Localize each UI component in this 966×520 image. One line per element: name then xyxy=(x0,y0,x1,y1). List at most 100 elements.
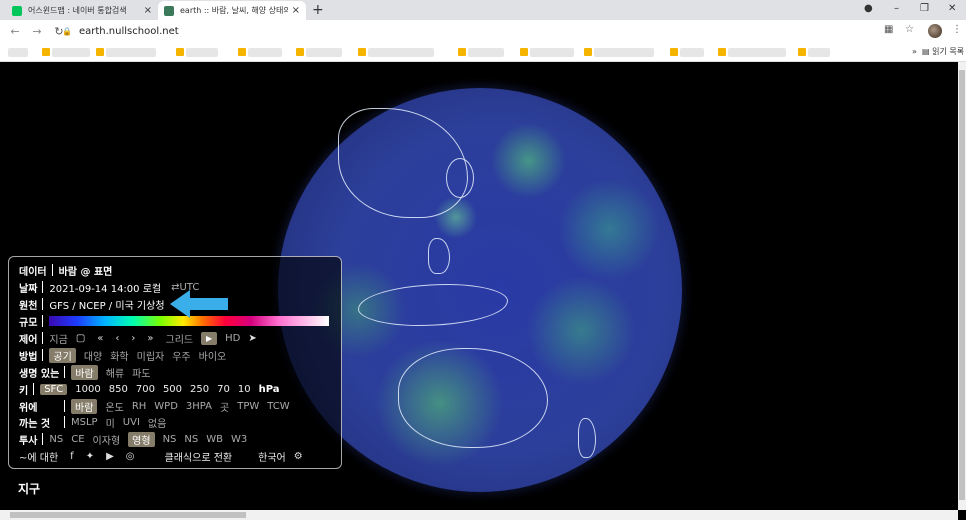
forward-icon[interactable]: → xyxy=(30,25,44,38)
bookmark-item[interactable] xyxy=(458,48,504,57)
bookmark-item[interactable] xyxy=(238,48,282,57)
restore-icon[interactable]: ❐ xyxy=(920,3,929,14)
bookmark-item[interactable] xyxy=(584,48,654,57)
bookmark-item[interactable] xyxy=(718,48,786,57)
tab-title: earth :: 바람, 날씨, 해양 상태의 xyxy=(180,6,288,15)
animate-currents[interactable]: 해류 xyxy=(106,365,124,380)
bookmark-item[interactable] xyxy=(8,48,28,57)
language-select[interactable]: 한국어 xyxy=(258,449,286,464)
projection-ns-1[interactable]: NS xyxy=(49,434,63,445)
overlay-tcw[interactable]: TCW xyxy=(267,401,289,412)
horizontal-scrollbar[interactable] xyxy=(0,510,958,520)
scrollbar-thumb[interactable] xyxy=(10,512,246,518)
overlay-uvi[interactable]: UVI xyxy=(123,417,140,428)
overlay-place[interactable]: 곳 xyxy=(220,399,229,414)
close-window-icon[interactable]: ✕ xyxy=(948,3,956,14)
youtube-icon[interactable]: ▶ xyxy=(106,451,114,462)
overlay-wpd[interactable]: WPD xyxy=(154,401,178,412)
mode-chem[interactable]: 화학 xyxy=(110,348,128,363)
projection-w3[interactable]: W3 xyxy=(231,434,247,445)
tab-search-icon[interactable]: ● xyxy=(864,3,873,14)
height-sfc[interactable]: SFC xyxy=(40,383,68,395)
gear-icon[interactable]: ⚙ xyxy=(294,451,303,462)
tab-earth[interactable]: earth :: 바람, 날씨, 해양 상태의 × xyxy=(158,1,306,20)
height-1000[interactable]: 1000 xyxy=(75,384,100,395)
overlay-3hpa[interactable]: 3HPA xyxy=(186,401,212,412)
play-icon[interactable]: ▶ xyxy=(201,331,218,345)
calendar-icon[interactable]: ▢ xyxy=(76,333,85,344)
minimize-icon[interactable]: – xyxy=(894,3,899,14)
divider xyxy=(42,349,44,361)
reading-list-label: 읽기 목록 xyxy=(932,47,965,56)
height-500[interactable]: 500 xyxy=(163,384,182,395)
step-back-icon[interactable]: ‹ xyxy=(115,333,119,344)
skip-forward-icon[interactable]: » xyxy=(147,333,153,344)
reading-list-button[interactable]: » ▤ 읽기 목록 xyxy=(912,46,964,57)
location-icon[interactable]: ➤ xyxy=(248,333,256,344)
mode-space[interactable]: 우주 xyxy=(172,348,190,363)
mode-air[interactable]: 공기 xyxy=(49,347,76,363)
close-tab-icon[interactable]: × xyxy=(144,5,152,16)
earth-menu-label[interactable]: 지구 xyxy=(18,480,40,497)
facebook-icon[interactable]: f xyxy=(70,451,74,462)
twitter-icon[interactable]: ✦ xyxy=(86,451,94,462)
now-button[interactable]: 지금 xyxy=(49,331,67,346)
height-10[interactable]: 10 xyxy=(238,384,251,395)
back-icon[interactable]: ← xyxy=(8,25,22,38)
projection-ns-2[interactable]: NS xyxy=(163,434,177,445)
bookmark-item[interactable] xyxy=(96,48,156,57)
translate-icon[interactable]: ▦ xyxy=(884,24,893,35)
date-value[interactable]: 2021-09-14 14:00 로컬 xyxy=(49,280,161,295)
animate-wind[interactable]: 바람 xyxy=(71,364,98,380)
mode-bio[interactable]: 바이오 xyxy=(199,348,227,363)
close-tab-icon[interactable]: × xyxy=(292,5,300,16)
overlay-wind[interactable]: 바람 xyxy=(71,398,98,414)
height-700[interactable]: 700 xyxy=(136,384,155,395)
bookmark-item[interactable] xyxy=(42,48,90,57)
bookmark-item[interactable] xyxy=(358,48,434,57)
skip-back-icon[interactable]: « xyxy=(97,333,103,344)
menu-panel: 데이터 바람 @ 표면 날짜 2021-09-14 14:00 로컬 ⇄UTC … xyxy=(8,256,342,469)
divider xyxy=(64,400,65,412)
height-row: 키 SFC 1000 850 700 500 250 70 10 hPa xyxy=(19,382,288,397)
projection-o[interactable]: 영형 xyxy=(128,431,155,447)
overlay-mslp[interactable]: MSLP xyxy=(71,417,98,428)
menu-icon[interactable]: ⋮ xyxy=(952,24,962,35)
tab-naver-search[interactable]: 어스윈드맵 : 네이버 통합검색 × xyxy=(6,1,158,20)
bookmark-item[interactable] xyxy=(296,48,342,57)
height-850[interactable]: 850 xyxy=(109,384,128,395)
new-tab-icon[interactable]: + xyxy=(312,2,324,18)
overlay-temp[interactable]: 온도 xyxy=(105,399,123,414)
address-bar[interactable]: 🔒 earth.nullschool.net xyxy=(62,22,872,41)
star-icon[interactable]: ☆ xyxy=(905,24,914,35)
projection-wb[interactable]: WB xyxy=(206,434,223,445)
tab-bar: 어스윈드맵 : 네이버 통합검색 × earth :: 바람, 날씨, 해양 상… xyxy=(0,0,966,20)
mode-particulates[interactable]: 미립자 xyxy=(137,348,165,363)
bookmark-item[interactable] xyxy=(520,48,574,57)
avatar[interactable] xyxy=(928,24,942,38)
overlay-rh[interactable]: RH xyxy=(132,401,146,412)
mode-ocean[interactable]: 대양 xyxy=(84,348,102,363)
projection-e[interactable]: 이자형 xyxy=(93,432,121,447)
projection-ce[interactable]: CE xyxy=(71,434,84,445)
height-250[interactable]: 250 xyxy=(190,384,209,395)
instagram-icon[interactable]: ◎ xyxy=(126,451,135,462)
overlay-mi[interactable]: 미 xyxy=(106,415,115,430)
height-70[interactable]: 70 xyxy=(217,384,230,395)
overlay-tpw[interactable]: TPW xyxy=(237,401,259,412)
overlay-none[interactable]: 없음 xyxy=(148,415,166,430)
bookmark-item[interactable] xyxy=(798,48,830,57)
bookmark-item[interactable] xyxy=(670,48,704,57)
about-link[interactable]: ~에 대한 xyxy=(19,449,58,464)
projection-ns-3[interactable]: NS xyxy=(184,434,198,445)
bookmark-item[interactable] xyxy=(176,48,218,57)
scrollbar-thumb[interactable] xyxy=(959,70,965,500)
vertical-scrollbar[interactable] xyxy=(958,62,966,510)
classic-toggle[interactable]: 클래식으로 전환 xyxy=(165,449,233,464)
hd-button[interactable]: HD xyxy=(225,333,240,344)
divider xyxy=(64,416,65,428)
animate-waves[interactable]: 파도 xyxy=(132,365,150,380)
control-row: 제어 지금 ▢ « ‹ › » 그리드 ▶ HD ➤ xyxy=(19,331,269,346)
step-forward-icon[interactable]: › xyxy=(131,333,135,344)
grid-button[interactable]: 그리드 xyxy=(166,331,194,346)
